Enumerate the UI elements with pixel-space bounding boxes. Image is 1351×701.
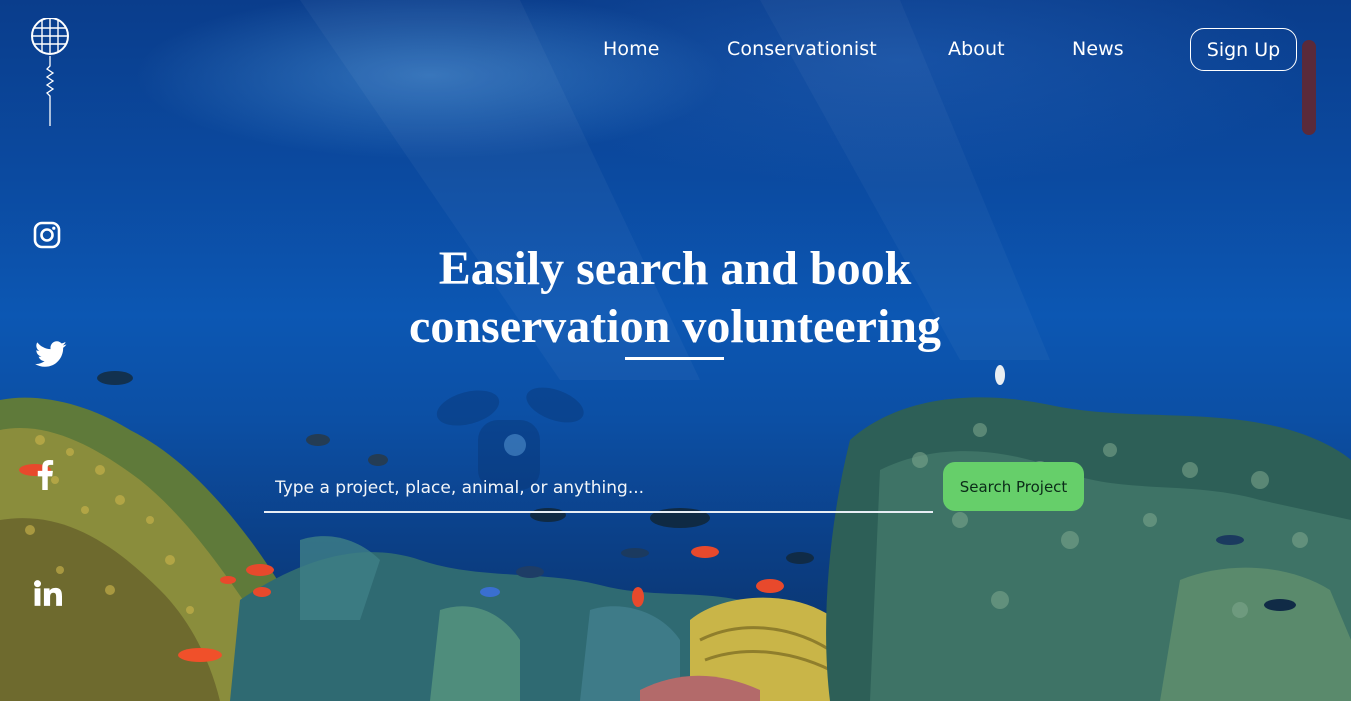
hero-title-line-2: conservation volunteering — [409, 300, 941, 353]
nav-about-link[interactable]: About — [948, 38, 1005, 60]
facebook-icon[interactable] — [36, 460, 54, 490]
search-project-button[interactable]: Search Project — [943, 462, 1084, 511]
search-bar — [264, 466, 933, 513]
nav-home-link[interactable]: Home — [603, 38, 660, 60]
hero-title: Easily search and book conservation volu… — [300, 240, 1050, 356]
nav-conservationist-link[interactable]: Conservationist — [727, 38, 877, 60]
hero-title-line-1: Easily search and book — [438, 242, 912, 295]
nav-news-link[interactable]: News — [1072, 38, 1124, 60]
top-navigation: Home Conservationist About News Sign Up — [0, 28, 1351, 73]
instagram-icon[interactable] — [33, 221, 61, 249]
twitter-icon[interactable] — [35, 341, 67, 368]
linkedin-icon[interactable] — [34, 580, 62, 606]
hero-underline-divider — [625, 357, 724, 360]
search-input[interactable] — [264, 466, 933, 509]
sign-up-button[interactable]: Sign Up — [1190, 28, 1297, 71]
